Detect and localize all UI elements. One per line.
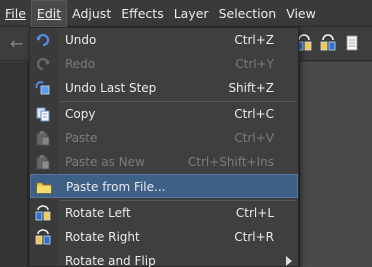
rotate-right-toolbar-icon[interactable] [318,33,338,53]
menu-item-paste-as-new[interactable]: Paste as New Ctrl+Shift+Ins [30,150,298,174]
toolbar-right-group [294,33,362,53]
menu-item-undo-last-step[interactable]: Undo Last Step Shift+Z [30,76,298,100]
rotate-right-icon [34,228,52,246]
paste-as-new-icon [34,153,52,171]
rotate-left-icon [34,204,52,222]
back-arrow-icon[interactable]: ← [10,36,28,52]
menu-view[interactable]: View [281,0,321,27]
menu-adjust[interactable]: Adjust [67,0,116,27]
menu-layer[interactable]: Layer [169,0,214,27]
redo-icon [34,55,52,73]
undo-last-step-icon [34,79,52,97]
paste-icon [34,129,52,147]
menu-effects[interactable]: Effects [116,0,169,27]
menu-item-paste[interactable]: Paste Ctrl+V [30,126,298,150]
edit-menu-dropdown: Undo Ctrl+Z Redo Ctrl+Y Undo Last Step S… [29,27,299,267]
menu-file[interactable]: File [0,0,31,27]
menu-selection[interactable]: Selection [214,0,282,27]
menu-item-copy[interactable]: Copy Ctrl+C [30,102,298,126]
tools-strip [0,62,28,267]
canvas-area[interactable] [300,62,372,267]
undo-icon [34,31,52,49]
menu-item-undo[interactable]: Undo Ctrl+Z [30,28,298,52]
menu-item-redo[interactable]: Redo Ctrl+Y [30,52,298,76]
submenu-arrow-icon [286,256,292,266]
copy-icon [34,105,52,123]
menu-bar: File Edit Adjust Effects Layer Selection… [0,0,372,27]
menu-item-rotate-right[interactable]: Rotate Right Ctrl+R [30,225,298,249]
menu-item-rotate-and-flip[interactable]: Rotate and Flip [30,249,298,267]
document-icon[interactable] [342,33,362,53]
menu-item-rotate-left[interactable]: Rotate Left Ctrl+L [30,201,298,225]
menu-edit[interactable]: Edit [30,0,68,27]
